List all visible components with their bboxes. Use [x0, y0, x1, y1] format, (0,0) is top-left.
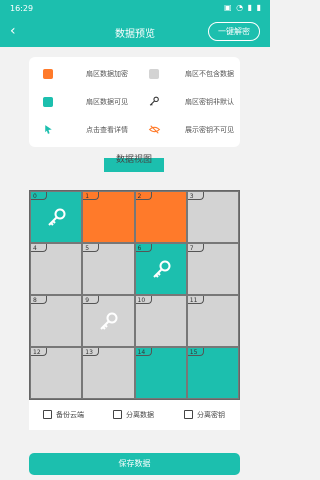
checkbox-box[interactable] [184, 410, 193, 419]
sector-index: 14 [137, 349, 146, 356]
status-time: 16:29 [10, 4, 34, 13]
sector-cell[interactable]: 6 [134, 243, 187, 295]
sector-index: 9 [85, 297, 90, 304]
sector-cell[interactable]: 12 [30, 347, 83, 399]
sector-index: 12 [33, 349, 41, 356]
key-icon [152, 260, 170, 278]
sector-cell[interactable]: 4 [30, 243, 83, 295]
section-title-text: 数据视图 [115, 155, 152, 165]
legend-label: 扇区数据可见 [86, 98, 128, 106]
sector-index: 11 [189, 297, 198, 304]
legend-label: 扇区数据加密 [86, 70, 128, 78]
sector-index: 8 [33, 297, 37, 304]
sector-index: 13 [85, 349, 93, 356]
encrypted-swatch [43, 69, 53, 79]
legend-label: 点击查看详情 [86, 126, 128, 134]
section-title: 数据视图 [104, 155, 164, 172]
legend-encrypted: 扇区数据加密 [29, 61, 134, 87]
sector-cell[interactable]: 2 [134, 191, 187, 243]
key-icon [100, 312, 118, 330]
checkbox-label: 分离数据 [126, 411, 154, 419]
sector-index: 4 [33, 245, 37, 252]
options-bar: 备份云端 分离数据 分离密钥 [29, 400, 240, 430]
sector-cell[interactable]: 9 [82, 295, 135, 347]
save-data-button[interactable]: 保存数据 [29, 453, 240, 475]
legend-row: 点击查看详情 展示密钥不可见 [29, 117, 240, 143]
sector-index: 15 [189, 349, 198, 356]
sector-index: 0 [33, 193, 37, 200]
eye-off-icon [148, 125, 161, 134]
sector-cell[interactable]: 7 [186, 243, 239, 295]
legend-card: 扇区数据加密 扇区不包含数据 扇区数据可见 扇区密钥非默认 点击查看详情 展示密… [29, 57, 240, 147]
sector-cell[interactable]: 15 [186, 347, 239, 399]
app-header: ‹ 数据预览 一键解密 [0, 17, 270, 47]
key-icon [48, 208, 66, 226]
cursor-icon [45, 125, 52, 134]
sector-index: 7 [189, 245, 194, 252]
sector-index: 3 [189, 193, 194, 200]
visible-swatch [43, 97, 53, 107]
sector-cell[interactable]: 8 [30, 295, 83, 347]
legend-visible: 扇区数据可见 [29, 89, 134, 115]
decrypt-all-button[interactable]: 一键解密 [208, 22, 260, 41]
status-icons: ▣ ◔ ▮ ▮ [224, 3, 262, 12]
legend-row: 扇区数据加密 扇区不包含数据 [29, 61, 240, 87]
legend-row: 扇区数据可见 扇区密钥非默认 [29, 89, 240, 115]
key-icon [149, 96, 159, 106]
sector-index: 6 [137, 245, 142, 252]
sector-cell[interactable]: 5 [82, 243, 135, 295]
sector-cell[interactable]: 11 [186, 295, 239, 347]
legend-label: 扇区密钥非默认 [185, 98, 234, 106]
sector-index: 10 [137, 297, 146, 304]
sector-cell[interactable]: 13 [82, 347, 135, 399]
sector-grid: 0 1 2 3 4 5 6 7 8 9 10 11 12 13 14 15 [29, 190, 240, 400]
legend-label: 展示密钥不可见 [185, 126, 234, 134]
legend-not-included: 扇区不包含数据 [135, 61, 240, 87]
checkbox-label: 备份云端 [56, 411, 84, 419]
checkbox-box[interactable] [43, 410, 52, 419]
sector-index: 1 [85, 193, 90, 200]
checkbox-box[interactable] [113, 410, 122, 419]
legend-key-hidden: 展示密钥不可见 [135, 117, 240, 143]
legend-key-not-default: 扇区密钥非默认 [135, 89, 240, 115]
legend-click-details: 点击查看详情 [29, 117, 134, 143]
checkbox-label: 分离密钥 [197, 411, 225, 419]
empty-swatch [149, 69, 159, 79]
legend-label: 扇区不包含数据 [185, 70, 234, 78]
sector-cell[interactable]: 3 [186, 191, 239, 243]
sector-cell[interactable]: 10 [134, 295, 187, 347]
sector-cell[interactable]: 14 [134, 347, 187, 399]
sector-index: 2 [137, 193, 142, 200]
sector-cell[interactable]: 1 [82, 191, 135, 243]
sector-index: 5 [85, 245, 90, 252]
sector-cell[interactable]: 0 [30, 191, 83, 243]
status-bar: 16:29 ▣ ◔ ▮ ▮ [0, 0, 270, 17]
